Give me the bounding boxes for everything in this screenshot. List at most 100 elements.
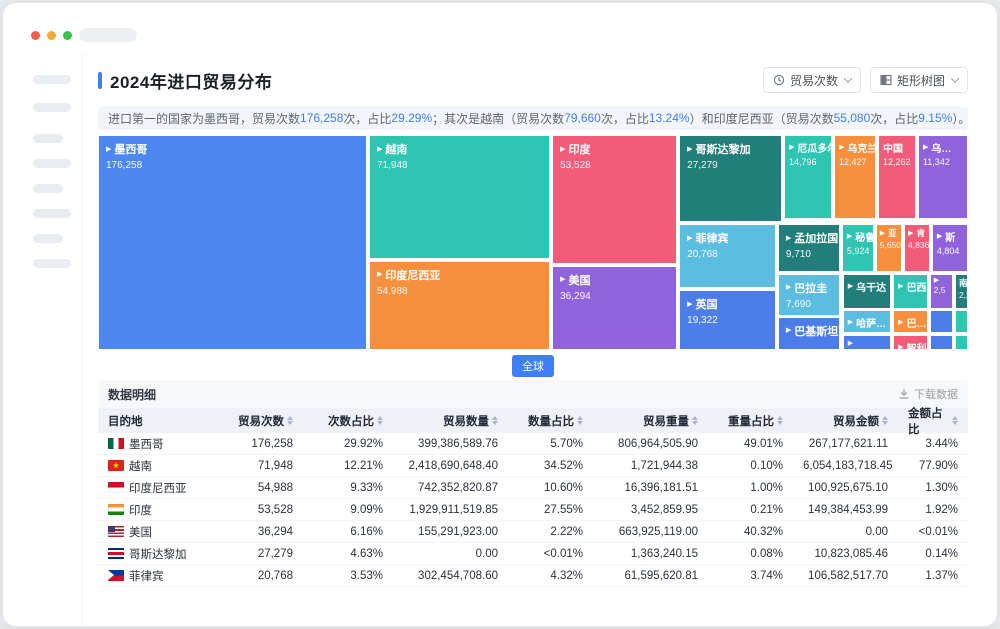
treemap-cell[interactable]: ▶ 墨西哥 176,258 [98,135,367,350]
treemap-cell-value: 4,836 [908,240,930,250]
download-data-button[interactable]: 下载数据 [898,386,958,402]
treemap-cell[interactable]: ▶ 巴基斯坦 [777,316,841,350]
global-breadcrumb-button[interactable]: 全球 [512,355,554,377]
sortable-column-header[interactable]: 金额占比 [898,408,968,436]
treemap-cell-label: ▶ 智利 [898,344,927,350]
table-value-cell: 10.60% [543,481,583,494]
treemap-cell-value: 5,924 [846,246,870,256]
minimize-window-button[interactable] [47,31,56,40]
treemap-cell[interactable]: ▶ 秘鲁 5,924 [841,224,875,272]
treemap-cell[interactable]: ▶ 菲律宾 20,768 [679,224,777,289]
table-value-cell: 100,925,675.10 [808,481,888,494]
table-value-cell: 61,595,620.81 [624,569,698,582]
destination-name: 美国 [129,526,152,539]
table-value-cell: 34.52% [543,459,583,472]
treemap-cell[interactable]: ▶ 智利 [893,335,928,350]
treemap-cell[interactable] [954,335,968,350]
treemap-cell-value: 71,948 [377,160,408,171]
metric-dropdown[interactable]: 贸易次数 [762,67,861,93]
destination-cell: 越南 [98,458,208,474]
destination-name: 哥斯达黎加 [129,548,187,561]
treemap-cell[interactable]: ▶ 英国 19,322 [679,290,777,350]
treemap-cell[interactable]: ▶厄瓜多尔 14,796 [783,135,832,220]
treemap-cell-label: ▶ 越南 [377,144,408,156]
maximize-window-button[interactable] [63,31,72,40]
table-value-cell: 12.21% [343,459,383,472]
table-value-cell: 0.14% [925,547,958,560]
treemap-cell[interactable]: ▶ 乌克兰 12,427 [834,135,877,220]
sortable-column-header[interactable]: 贸易重量 [593,408,708,433]
table-value-cell: 663,925,119.00 [618,525,698,538]
treemap-cell-value: 27,279 [687,160,718,171]
sortable-column-header[interactable]: 贸易金额 [793,408,898,433]
treemap-cell-value: 54,988 [377,285,408,297]
sortable-column-header[interactable]: 重量占比 [708,408,793,433]
treemap-cell[interactable]: ▶ 乌干达 [842,273,891,309]
table-value-cell: 106,582,517.70 [808,569,888,582]
treemap-cell-label: ▶ 斯 [936,233,956,244]
treemap-cell[interactable]: ▶ 哥斯达黎加 27,279 [679,135,782,223]
table-value-cell: 3,452,859.95 [630,503,698,516]
drilldown-arrow-icon: ▶ [560,276,566,284]
sidebar-skeleton-bar [33,209,71,218]
table-row: 菲律宾 20,768 3.53% 302,454,708.60 4.32% 61,595,… [98,565,968,587]
close-window-button[interactable] [31,31,40,40]
chart-type-dropdown[interactable]: 矩形树图 [869,67,968,93]
table-value-cell: 2,418,690,648.40 [408,459,498,472]
table-value-cell: 5.70% [550,437,583,450]
sortable-column-header[interactable]: 贸易次数 [208,408,303,433]
table-value-cell: 0.10% [750,459,783,472]
table-value-cell: <0.01% [918,525,958,538]
treemap-cell-label: ▶ 秘鲁 [846,233,875,244]
treemap-cell[interactable]: ▶ 美国 36,294 [552,265,678,350]
treemap-cell[interactable]: ▶ 孟加拉国 9,710 [777,224,841,272]
sortable-column-header[interactable]: 数量占比 [508,408,593,433]
treemap-cell[interactable]: 南2,2 [954,273,968,309]
treemap-cell-value: 20,768 [687,249,718,260]
treemap-cell[interactable]: ▶ 哈萨… [842,310,891,333]
sidebar-skeleton-bar [33,184,63,193]
treemap-cell[interactable]: ▶ 2,5 [929,273,953,309]
table-value-cell: 27.55% [543,503,583,516]
table-value-cell: 53,528 [257,503,293,516]
treemap-cell[interactable]: ▶ [842,335,891,350]
summary-text: 进口第一的国家为墨西哥，贸易次数 [108,111,301,126]
table-value-cell: 49.01% [743,437,783,450]
treemap-cell[interactable]: 中国 12,262 [877,135,916,220]
treemap-cell[interactable]: ▶ 印度尼西亚 54,988 [369,260,550,350]
table-value-cell: 0.21% [750,503,783,516]
treemap-cell[interactable]: ▶ 印度 53,528 [552,135,678,264]
treemap-cell[interactable]: ▶ 肯 4,836 [904,224,931,272]
sortable-column-header[interactable]: 贸易数量 [393,408,508,433]
treemap-cell[interactable] [929,335,953,350]
table-value-cell: 27,279 [257,547,293,560]
treemap-cell[interactable]: ▶ 乌… 11,342 [917,135,968,220]
treemap-cell[interactable]: ▶ 巴拉圭 7,690 [777,273,841,316]
treemap-cell-label: ▶ 英国 [687,299,718,311]
treemap-cell-value: 2,5 [933,284,946,295]
treemap-cell-label: ▶ 巴拉圭 [785,282,828,295]
sortable-column-header[interactable]: 次数占比 [303,408,393,433]
drilldown-arrow-icon: ▶ [933,276,940,284]
page-title: 2024年进口贸易分布 [110,72,273,92]
table-row: 越南 71,948 12.21% 2,418,690,648.40 34.52% 1,72… [98,455,968,477]
treemap-cell[interactable] [954,310,968,333]
treemap: ▶ 墨西哥 176,258 ▶ 越南 71,948 ▶ 印度尼西亚 54,988 ▶ 印度 53,52… [98,135,968,350]
treemap-cell-value: 9,710 [785,249,811,260]
treemap-cell[interactable]: ▶ 巴… [893,310,928,333]
table-value-cell: 0.00 [475,547,498,560]
treemap-cell[interactable]: ▶ 越南 71,948 [369,135,550,260]
download-label: 下载数据 [914,389,958,401]
table-value-cell: 176,258 [251,437,293,450]
treemap-cell[interactable] [929,310,953,333]
treemap-cell[interactable]: ▶ 巴西 [893,273,928,309]
table-value-cell: 4.63% [350,547,383,560]
destination-cell: 印度尼西亚 [98,480,208,496]
column-header: 目的地 [98,408,208,433]
treemap-cell-value: 5,650 [879,240,902,250]
sort-carets-icon [692,416,698,425]
treemap-cell[interactable]: ▶ 斯 4,804 [931,224,968,272]
download-icon [898,388,910,400]
treemap-cell-value: 2,2 [958,289,967,300]
treemap-cell[interactable]: ▶ 亚 5,650 [875,224,902,272]
